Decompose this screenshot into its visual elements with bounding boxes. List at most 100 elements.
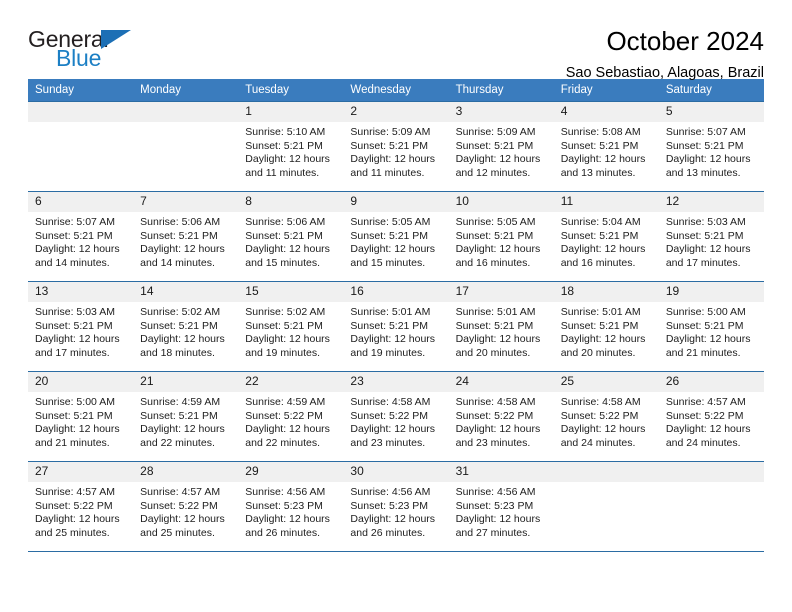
daylight-text-line1: Daylight: 12 hours bbox=[560, 243, 646, 256]
weekday-header-monday: Monday bbox=[133, 79, 239, 102]
sunrise-text: Sunrise: 5:09 AM bbox=[455, 126, 536, 138]
calendar-day-cell[interactable]: 1 Sunrise: 5:10 AM Sunset: 5:21 PM Daylight… bbox=[238, 101, 344, 192]
day-details: Sunrise: 4:58 AM Sunset: 5:22 PM Daylight:… bbox=[343, 392, 448, 450]
day-number: 1 bbox=[238, 102, 344, 122]
weekday-header-wednesday: Wednesday bbox=[343, 79, 449, 102]
day-details: Sunrise: 5:09 AM Sunset: 5:21 PM Daylight:… bbox=[449, 122, 554, 180]
calendar-day-cell[interactable]: 21 Sunrise: 4:59 AM Sunset: 5:21 PM Dayligh… bbox=[133, 371, 239, 462]
sunset-text: Sunset: 5:23 PM bbox=[350, 499, 429, 512]
calendar-day-cell[interactable]: 23 Sunrise: 4:58 AM Sunset: 5:22 PM Dayligh… bbox=[343, 371, 449, 462]
sunset-text: Sunset: 5:21 PM bbox=[245, 319, 323, 332]
daylight-text-line2: and 22 minutes. bbox=[245, 436, 320, 449]
daylight-text-line1: Daylight: 12 hours bbox=[35, 513, 120, 526]
calendar-day-cell[interactable]: 8 Sunrise: 5:06 AM Sunset: 5:21 PM Daylight… bbox=[238, 191, 344, 282]
day-number: 19 bbox=[658, 282, 764, 302]
sunrise-text: Sunrise: 4:56 AM bbox=[245, 486, 326, 498]
calendar-day-cell[interactable]: 20 Sunrise: 5:00 AM Sunset: 5:21 PM Dayligh… bbox=[28, 371, 134, 462]
calendar-day-cell[interactable]: 25 Sunrise: 4:58 AM Sunset: 5:22 PM Dayligh… bbox=[553, 371, 659, 462]
calendar-day-cell[interactable]: 27 Sunrise: 4:57 AM Sunset: 5:22 PM Dayligh… bbox=[28, 461, 134, 552]
day-number: 21 bbox=[133, 372, 239, 392]
calendar-day-cell[interactable]: 3 Sunrise: 5:09 AM Sunset: 5:21 PM Daylight… bbox=[448, 101, 554, 192]
sunset-text: Sunset: 5:22 PM bbox=[560, 409, 639, 422]
daylight-text-line2: and 13 minutes. bbox=[560, 166, 636, 179]
day-details: Sunrise: 4:57 AM Sunset: 5:22 PM Daylight:… bbox=[659, 392, 764, 450]
day-details: Sunrise: 5:05 AM Sunset: 5:21 PM Daylight:… bbox=[343, 212, 448, 270]
day-details: Sunrise: 4:59 AM Sunset: 5:22 PM Daylight:… bbox=[238, 392, 343, 450]
day-details: Sunrise: 5:04 AM Sunset: 5:21 PM Daylight:… bbox=[554, 212, 659, 270]
day-number: 22 bbox=[238, 372, 344, 392]
day-details: Sunrise: 4:59 AM Sunset: 5:21 PM Daylight:… bbox=[133, 392, 238, 450]
calendar-day-cell[interactable]: 29 Sunrise: 4:56 AM Sunset: 5:23 PM Dayligh… bbox=[238, 461, 344, 552]
calendar-day-cell[interactable]: 4 Sunrise: 5:08 AM Sunset: 5:21 PM Daylight… bbox=[553, 101, 659, 192]
sunset-text: Sunset: 5:21 PM bbox=[245, 229, 323, 242]
day-details: Sunrise: 5:02 AM Sunset: 5:21 PM Daylight:… bbox=[133, 302, 238, 360]
daylight-text-line1: Daylight: 12 hours bbox=[350, 333, 436, 346]
sunrise-text: Sunrise: 5:00 AM bbox=[35, 396, 115, 408]
calendar-day-cell[interactable]: 11 Sunrise: 5:04 AM Sunset: 5:21 PM Dayligh… bbox=[553, 191, 659, 282]
calendar-day-cell[interactable]: 10 Sunrise: 5:05 AM Sunset: 5:21 PM Dayligh… bbox=[448, 191, 554, 282]
daylight-text-line1: Daylight: 12 hours bbox=[665, 243, 751, 256]
general-blue-logo[interactable]: General Blue bbox=[28, 26, 148, 72]
sunset-text: Sunset: 5:21 PM bbox=[35, 319, 113, 332]
calendar-week-row: 20 Sunrise: 5:00 AM Sunset: 5:21 PM Dayligh… bbox=[28, 371, 764, 462]
daylight-text-line2: and 13 minutes. bbox=[665, 166, 741, 179]
weekday-header-thursday: Thursday bbox=[448, 79, 554, 102]
calendar-day-cell[interactable]: 30 Sunrise: 4:56 AM Sunset: 5:23 PM Dayligh… bbox=[343, 461, 449, 552]
calendar-day-cell[interactable]: 17 Sunrise: 5:01 AM Sunset: 5:21 PM Dayligh… bbox=[448, 281, 554, 372]
daylight-text-line1: Daylight: 12 hours bbox=[455, 333, 541, 346]
calendar-day-cell[interactable]: 7 Sunrise: 5:06 AM Sunset: 5:21 PM Daylight… bbox=[133, 191, 239, 282]
day-details: Sunrise: 5:09 AM Sunset: 5:21 PM Daylight:… bbox=[343, 122, 448, 180]
calendar-day-cell[interactable]: 2 Sunrise: 5:09 AM Sunset: 5:21 PM Daylight… bbox=[343, 101, 449, 192]
calendar-week-row: 6 Sunrise: 5:07 AM Sunset: 5:21 PM Daylight… bbox=[28, 191, 764, 282]
day-number: 14 bbox=[133, 282, 239, 302]
sunset-text: Sunset: 5:21 PM bbox=[35, 229, 113, 242]
daylight-text-line1: Daylight: 12 hours bbox=[350, 423, 436, 436]
calendar-day-cell[interactable]: 31 Sunrise: 4:56 AM Sunset: 5:23 PM Dayligh… bbox=[448, 461, 554, 552]
sunset-text: Sunset: 5:21 PM bbox=[350, 319, 429, 332]
calendar-day-cell[interactable]: 12 Sunrise: 5:03 AM Sunset: 5:21 PM Dayligh… bbox=[658, 191, 764, 282]
sunset-text: Sunset: 5:22 PM bbox=[245, 409, 323, 422]
sunrise-text: Sunrise: 5:04 AM bbox=[560, 216, 641, 228]
sunrise-text: Sunrise: 4:58 AM bbox=[455, 396, 536, 408]
calendar-day-cell[interactable]: 6 Sunrise: 5:07 AM Sunset: 5:21 PM Daylight… bbox=[28, 191, 134, 282]
sunrise-text: Sunrise: 4:56 AM bbox=[455, 486, 536, 498]
day-number: 8 bbox=[238, 192, 344, 212]
sunset-text: Sunset: 5:21 PM bbox=[560, 319, 639, 332]
sunset-text: Sunset: 5:22 PM bbox=[350, 409, 429, 422]
day-number: 13 bbox=[28, 282, 134, 302]
sunset-text: Sunset: 5:22 PM bbox=[35, 499, 113, 512]
day-number: 25 bbox=[553, 372, 659, 392]
day-details: Sunrise: 5:03 AM Sunset: 5:21 PM Daylight:… bbox=[659, 212, 764, 270]
calendar-day-cell[interactable]: 28 Sunrise: 4:57 AM Sunset: 5:22 PM Dayligh… bbox=[133, 461, 239, 552]
calendar-day-cell[interactable]: 13 Sunrise: 5:03 AM Sunset: 5:21 PM Dayligh… bbox=[28, 281, 134, 372]
daylight-text-line1: Daylight: 12 hours bbox=[665, 153, 751, 166]
calendar-day-cell[interactable]: 16 Sunrise: 5:01 AM Sunset: 5:21 PM Dayligh… bbox=[343, 281, 449, 372]
day-details: Sunrise: 5:01 AM Sunset: 5:21 PM Daylight:… bbox=[554, 302, 659, 360]
sunrise-text: Sunrise: 4:56 AM bbox=[350, 486, 431, 498]
sunrise-text: Sunrise: 5:05 AM bbox=[455, 216, 536, 228]
day-details: Sunrise: 4:56 AM Sunset: 5:23 PM Daylight:… bbox=[238, 482, 343, 540]
day-number: 28 bbox=[133, 462, 239, 482]
calendar-week-row: 27 Sunrise: 4:57 AM Sunset: 5:22 PM Dayligh… bbox=[28, 461, 764, 552]
daylight-text-line2: and 11 minutes. bbox=[350, 166, 425, 179]
calendar-day-cell[interactable]: 18 Sunrise: 5:01 AM Sunset: 5:21 PM Dayligh… bbox=[553, 281, 659, 372]
calendar-day-cell[interactable]: 22 Sunrise: 4:59 AM Sunset: 5:22 PM Dayligh… bbox=[238, 371, 344, 462]
calendar-day-cell[interactable]: 19 Sunrise: 5:00 AM Sunset: 5:21 PM Dayligh… bbox=[658, 281, 764, 372]
day-number: 16 bbox=[343, 282, 449, 302]
calendar-day-cell[interactable]: 5 Sunrise: 5:07 AM Sunset: 5:21 PM Daylight… bbox=[658, 101, 764, 192]
daylight-text-line1: Daylight: 12 hours bbox=[140, 333, 225, 346]
calendar-body: 1 Sunrise: 5:10 AM Sunset: 5:21 PM Daylight… bbox=[28, 101, 764, 552]
daylight-text-line2: and 19 minutes. bbox=[350, 346, 426, 359]
page-subtitle: Sao Sebastiao, Alagoas, Brazil bbox=[565, 65, 764, 81]
calendar-day-cell[interactable]: 14 Sunrise: 5:02 AM Sunset: 5:21 PM Dayligh… bbox=[133, 281, 239, 372]
calendar-day-cell[interactable]: 24 Sunrise: 4:58 AM Sunset: 5:22 PM Dayligh… bbox=[448, 371, 554, 462]
daylight-text-line2: and 21 minutes. bbox=[35, 436, 110, 449]
daylight-text-line1: Daylight: 12 hours bbox=[245, 153, 330, 166]
daylight-text-line1: Daylight: 12 hours bbox=[140, 513, 225, 526]
calendar-day-cell[interactable]: 26 Sunrise: 4:57 AM Sunset: 5:22 PM Dayligh… bbox=[658, 371, 764, 462]
sunset-text: Sunset: 5:21 PM bbox=[665, 319, 744, 332]
calendar-day-cell[interactable]: 15 Sunrise: 5:02 AM Sunset: 5:21 PM Dayligh… bbox=[238, 281, 344, 372]
day-details: Sunrise: 4:58 AM Sunset: 5:22 PM Daylight:… bbox=[449, 392, 554, 450]
calendar-day-cell[interactable]: 9 Sunrise: 5:05 AM Sunset: 5:21 PM Daylight… bbox=[343, 191, 449, 282]
daylight-text-line1: Daylight: 12 hours bbox=[560, 423, 646, 436]
